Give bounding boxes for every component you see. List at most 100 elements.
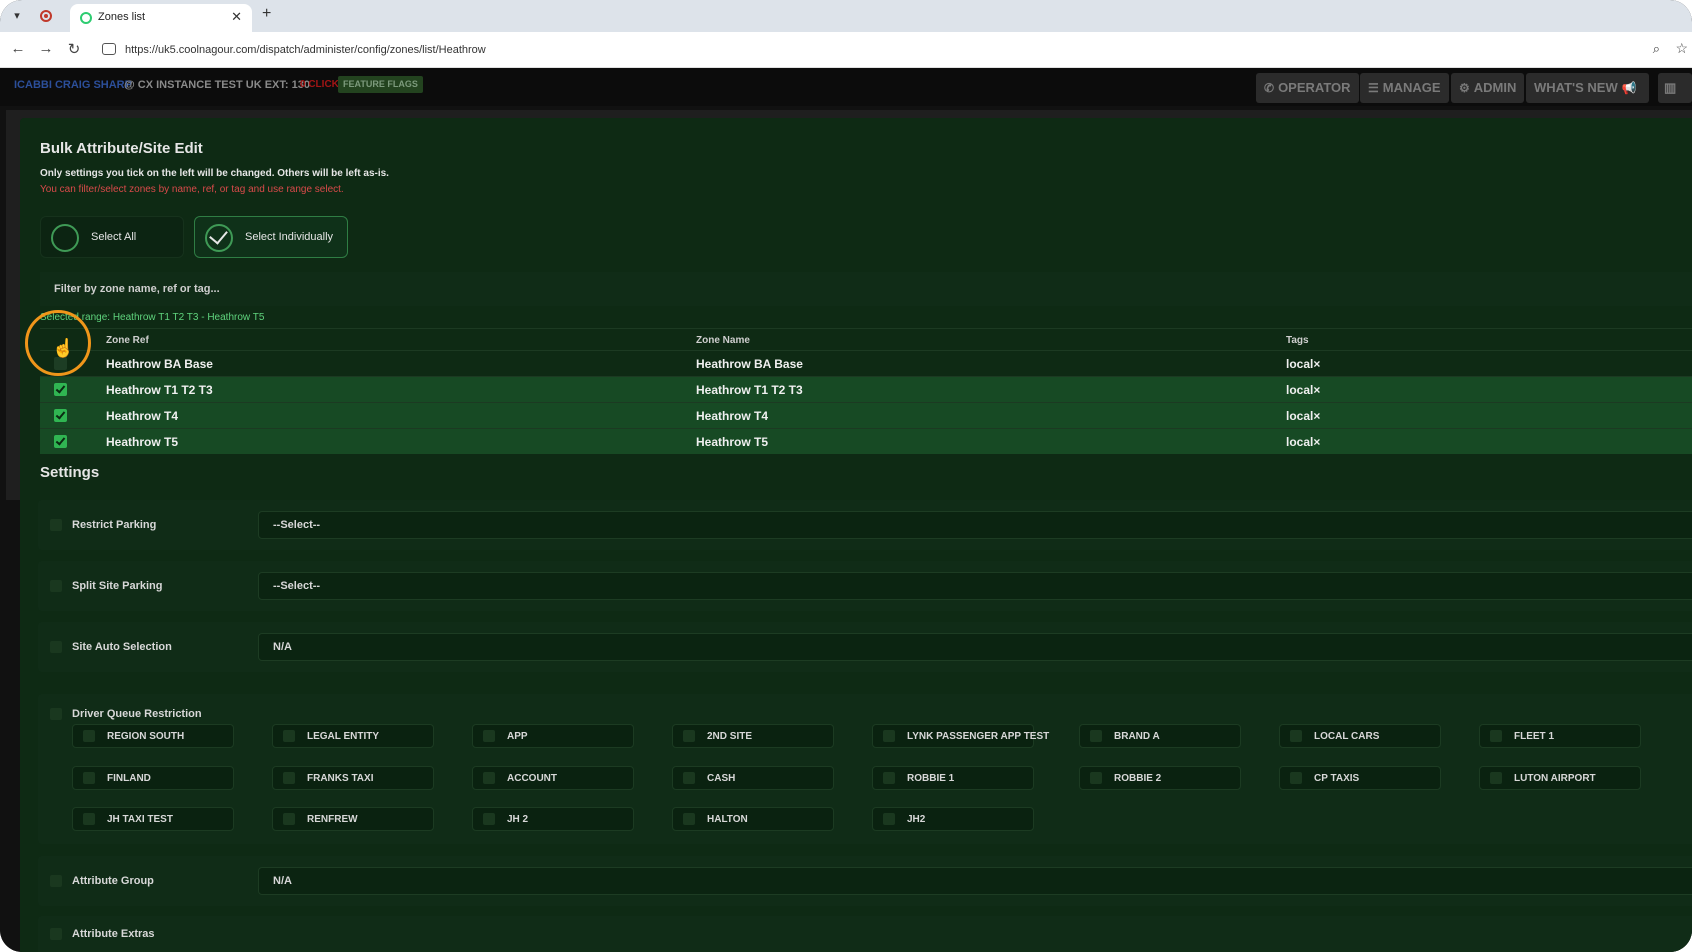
table-row[interactable]: Heathrow T4 Heathrow T4 local× <box>40 402 1692 428</box>
queue-option-chip[interactable]: APP <box>472 724 634 748</box>
setting-checkbox[interactable] <box>50 580 62 592</box>
forward-icon[interactable]: → <box>36 40 56 57</box>
option-checkbox[interactable] <box>483 772 495 784</box>
whats-new-button[interactable]: WHAT'S NEW 📢 <box>1526 73 1649 103</box>
setting-checkbox[interactable] <box>50 708 62 720</box>
zone-filter-input[interactable] <box>40 272 1692 306</box>
operator-button[interactable]: ✆ OPERATOR <box>1256 73 1359 103</box>
option-checkbox[interactable] <box>83 772 95 784</box>
attribute-group-select[interactable]: N/A <box>258 867 1692 895</box>
tab-search-icon[interactable]: ▾ <box>6 5 28 27</box>
column-zone-ref: Zone Ref <box>106 335 149 346</box>
option-checkbox[interactable] <box>683 772 695 784</box>
queue-option-chip[interactable]: JH TAXI TEST <box>72 807 234 831</box>
feature-flags-button[interactable]: FEATURE FLAGS <box>338 76 423 93</box>
bookmark-star-icon[interactable]: ☆ <box>1675 40 1688 57</box>
site-auto-selection-select[interactable]: N/A <box>258 633 1692 661</box>
option-checkbox[interactable] <box>683 730 695 742</box>
option-checkbox[interactable] <box>83 813 95 825</box>
queue-option-chip[interactable]: JH 2 <box>472 807 634 831</box>
queue-option-chip[interactable]: LEGAL ENTITY <box>272 724 434 748</box>
option-checkbox[interactable] <box>1090 772 1102 784</box>
queue-option-chip[interactable]: FLEET 1 <box>1479 724 1641 748</box>
restrict-parking-select[interactable]: --Select-- <box>258 511 1692 539</box>
setting-checkbox[interactable] <box>50 875 62 887</box>
reload-icon[interactable]: ↻ <box>64 40 84 58</box>
option-checkbox[interactable] <box>1490 730 1502 742</box>
option-label: LOCAL CARS <box>1314 731 1380 742</box>
address-bar[interactable]: https://uk5.coolnagour.com/dispatch/admi… <box>125 44 486 56</box>
queue-option-chip[interactable]: LUTON AIRPORT <box>1479 766 1641 790</box>
stats-button[interactable]: ▥ <box>1658 73 1692 103</box>
row-checkbox[interactable] <box>54 383 67 396</box>
queue-option-chip[interactable]: ROBBIE 2 <box>1079 766 1241 790</box>
queue-option-chip[interactable]: FRANKS TAXI <box>272 766 434 790</box>
operator-label: OPERATOR <box>1278 80 1351 95</box>
queue-option-chip[interactable]: FINLAND <box>72 766 234 790</box>
queue-option-chip[interactable]: JH2 <box>872 807 1034 831</box>
option-label: 2ND SITE <box>707 731 753 742</box>
select-all-button[interactable]: Select All <box>40 216 184 258</box>
admin-button[interactable]: ⚙ ADMIN <box>1451 73 1525 103</box>
option-label: FINLAND <box>107 773 151 784</box>
user-link[interactable]: ICABBI CRAIG SHARP <box>14 79 132 91</box>
modal-title: Bulk Attribute/Site Edit <box>40 140 203 157</box>
option-checkbox[interactable] <box>1090 730 1102 742</box>
queue-option-chip[interactable]: HALTON <box>672 807 834 831</box>
option-checkbox[interactable] <box>283 772 295 784</box>
split-site-parking-select[interactable]: --Select-- <box>258 572 1692 600</box>
setting-checkbox[interactable] <box>50 519 62 531</box>
manage-button[interactable]: ☰ MANAGE <box>1360 73 1449 103</box>
table-row[interactable]: Heathrow T1 T2 T3 Heathrow T1 T2 T3 loca… <box>40 376 1692 402</box>
status-label: 0 CLICK <box>300 79 339 90</box>
queue-option-chip[interactable]: CP TAXIS <box>1279 766 1441 790</box>
queue-option-chip[interactable]: 2ND SITE <box>672 724 834 748</box>
queue-option-chip[interactable]: CASH <box>672 766 834 790</box>
queue-option-chip[interactable]: ROBBIE 1 <box>872 766 1034 790</box>
instance-label: @ CX INSTANCE TEST UK EXT: 130 <box>124 79 310 91</box>
zone-tag[interactable]: local× <box>1286 357 1320 371</box>
setting-checkbox[interactable] <box>50 641 62 653</box>
row-checkbox[interactable] <box>54 409 67 422</box>
close-tab-icon[interactable]: ✕ <box>231 9 242 25</box>
option-checkbox[interactable] <box>883 730 895 742</box>
table-row[interactable]: Heathrow T5 Heathrow T5 local× <box>40 428 1692 454</box>
option-label: ACCOUNT <box>507 773 557 784</box>
queue-option-chip[interactable]: REGION SOUTH <box>72 724 234 748</box>
new-tab-icon[interactable]: + <box>262 5 271 23</box>
zone-tag[interactable]: local× <box>1286 409 1320 423</box>
option-checkbox[interactable] <box>883 772 895 784</box>
option-checkbox[interactable] <box>1290 730 1302 742</box>
option-checkbox[interactable] <box>483 730 495 742</box>
site-info-icon[interactable] <box>102 43 116 55</box>
option-checkbox[interactable] <box>483 813 495 825</box>
phone-icon: ✆ <box>1264 81 1275 95</box>
queue-option-chip[interactable]: ACCOUNT <box>472 766 634 790</box>
option-checkbox[interactable] <box>883 813 895 825</box>
app-header: ICABBI CRAIG SHARP @ CX INSTANCE TEST UK… <box>0 68 1692 106</box>
queue-option-chip[interactable]: BRAND A <box>1079 724 1241 748</box>
table-row[interactable]: Heathrow BA Base Heathrow BA Base local× <box>40 350 1692 376</box>
queue-option-chip[interactable]: LOCAL CARS <box>1279 724 1441 748</box>
setting-checkbox[interactable] <box>50 928 62 940</box>
instruction-text: Only settings you tick on the left will … <box>40 168 389 179</box>
option-label: LYNK PASSENGER APP TEST <box>907 731 1050 742</box>
queue-option-chip[interactable]: LYNK PASSENGER APP TEST <box>872 724 1049 748</box>
zone-tag[interactable]: local× <box>1286 383 1320 397</box>
back-icon[interactable]: ← <box>8 40 28 57</box>
zone-tag[interactable]: local× <box>1286 435 1320 449</box>
option-checkbox[interactable] <box>283 730 295 742</box>
select-individually-button[interactable]: Select Individually <box>194 216 348 258</box>
option-checkbox[interactable] <box>83 730 95 742</box>
table-header: Zone Ref Zone Name Tags <box>40 328 1692 350</box>
zoom-icon[interactable]: ⌕ <box>1653 41 1660 57</box>
option-checkbox[interactable] <box>1290 772 1302 784</box>
browser-tab[interactable]: Zones list ✕ <box>70 4 252 32</box>
option-checkbox[interactable] <box>1490 772 1502 784</box>
setting-site-auto-selection: Site Auto Selection N/A <box>38 622 1692 672</box>
option-checkbox[interactable] <box>283 813 295 825</box>
option-checkbox[interactable] <box>683 813 695 825</box>
queue-option-chip[interactable]: RENFREW <box>272 807 434 831</box>
row-checkbox[interactable] <box>54 435 67 448</box>
zone-ref: Heathrow T1 T2 T3 <box>106 383 213 397</box>
